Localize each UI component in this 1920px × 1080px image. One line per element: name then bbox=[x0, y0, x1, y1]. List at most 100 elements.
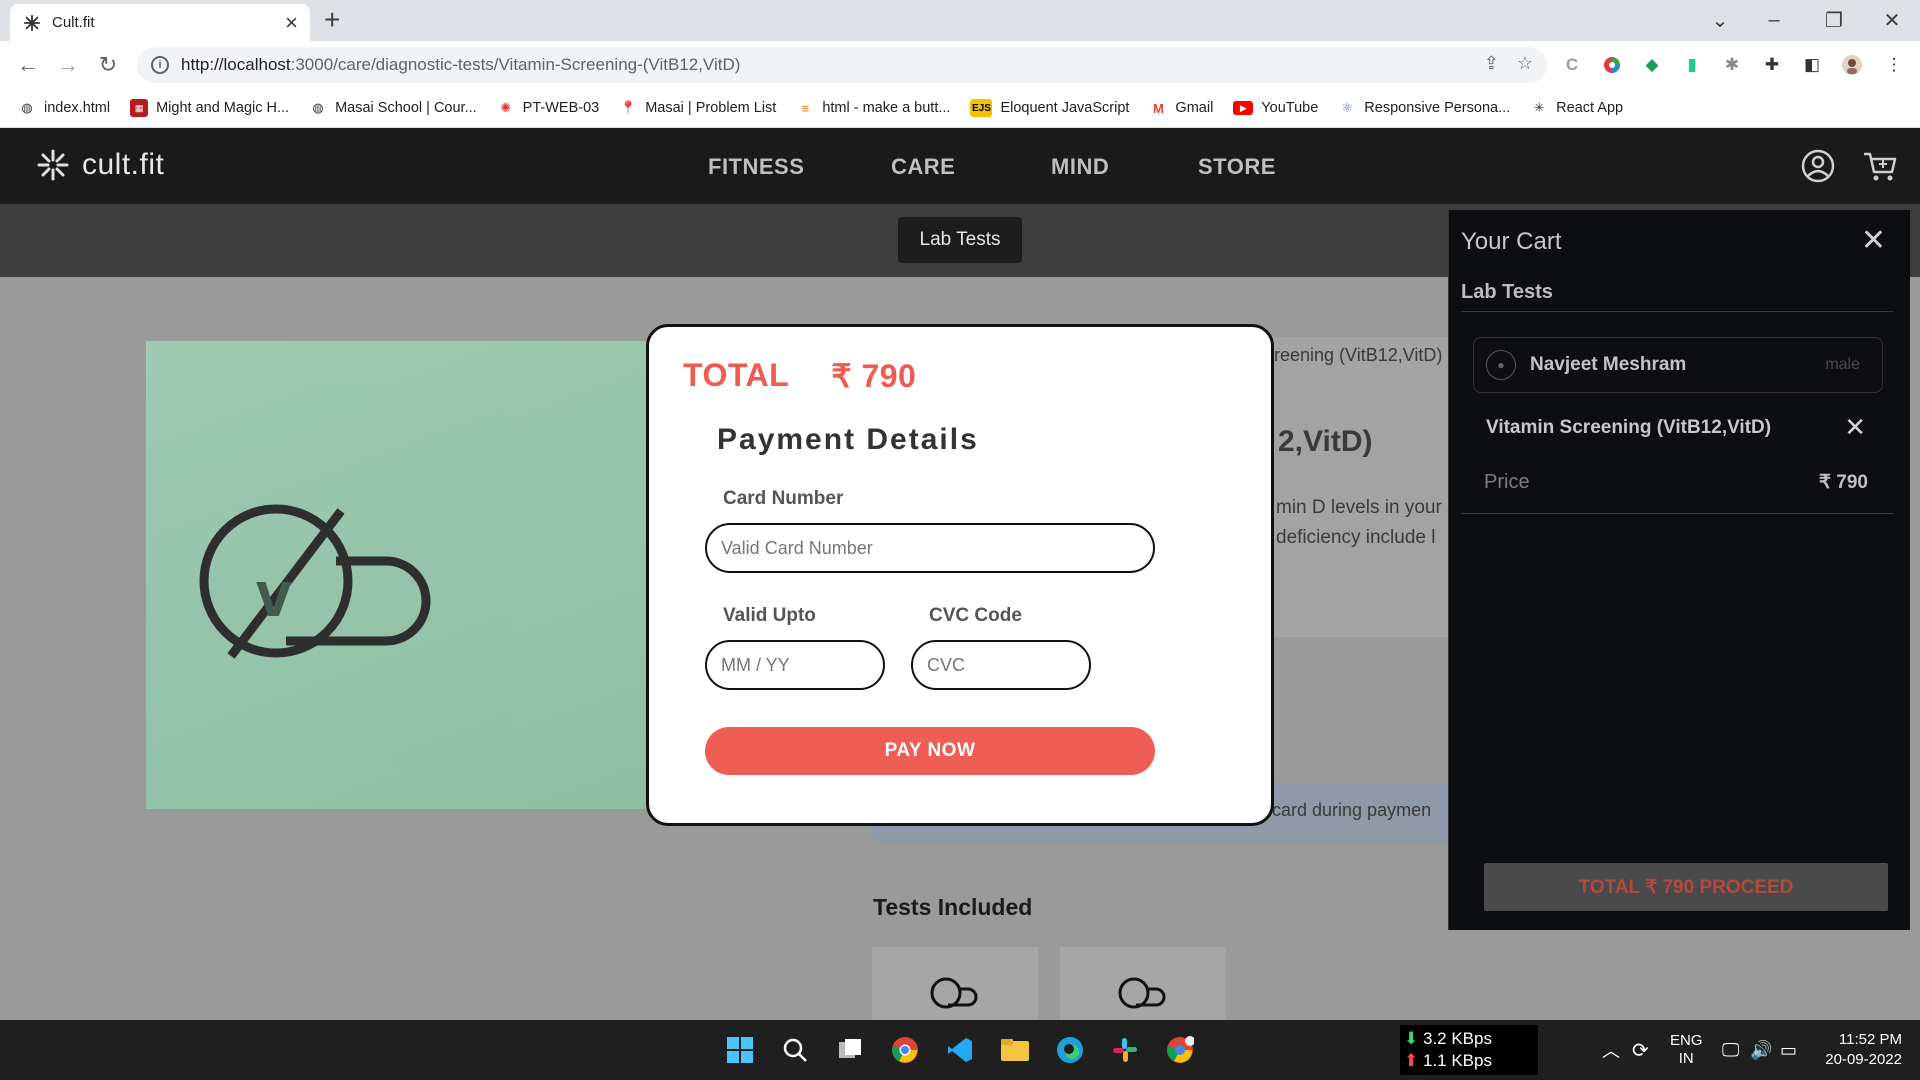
bookmark-item[interactable]: ✳ React App bbox=[1530, 99, 1623, 117]
bookmark-item[interactable]: 📍 Masai | Problem List bbox=[619, 99, 776, 117]
patient-gender: male bbox=[1825, 356, 1860, 373]
sync-icon[interactable]: ⟳ bbox=[1632, 1020, 1649, 1080]
logo-text: cult.fit bbox=[82, 148, 165, 181]
nav-fitness[interactable]: FITNESS bbox=[708, 154, 804, 180]
expiry-input[interactable] bbox=[705, 640, 885, 690]
bookmark-label: Gmail bbox=[1175, 100, 1214, 116]
cultfit-logo[interactable]: cult.fit bbox=[36, 148, 164, 182]
bookmark-item[interactable]: ≡ html - make a butt... bbox=[796, 99, 951, 117]
side-panel-icon[interactable]: ◧ bbox=[1800, 53, 1824, 77]
bookmark-item[interactable]: ◍ index.html bbox=[18, 99, 110, 117]
battery-icon[interactable]: ▭ bbox=[1780, 1020, 1797, 1080]
bookmark-item[interactable]: ▶ YouTube bbox=[1233, 100, 1318, 116]
pin-icon: 📍 bbox=[620, 100, 637, 115]
user-account-icon[interactable] bbox=[1800, 148, 1836, 184]
chrome-profile-icon[interactable] bbox=[1162, 1032, 1198, 1068]
nav-care[interactable]: CARE bbox=[891, 154, 955, 180]
description-line: deficiency include l bbox=[1276, 527, 1436, 548]
language-indicator[interactable]: ENG IN bbox=[1670, 1020, 1703, 1080]
bookmark-item[interactable]: ▦ Might and Magic H... bbox=[130, 99, 289, 117]
extension-color-icon[interactable] bbox=[1600, 53, 1624, 77]
tab-close-icon[interactable]: × bbox=[285, 11, 298, 34]
bookmark-item[interactable]: EJS Eloquent JavaScript bbox=[970, 99, 1129, 117]
extension-diamond-icon[interactable]: ◆ bbox=[1640, 53, 1664, 77]
tab-search-icon[interactable]: ⌄ bbox=[1696, 4, 1744, 36]
cart-close-icon[interactable]: ✕ bbox=[1861, 226, 1886, 256]
bookmark-label: index.html bbox=[44, 100, 111, 116]
payment-details-heading: Payment Details bbox=[717, 423, 979, 456]
cultfit-favicon-icon bbox=[22, 13, 42, 33]
search-icon[interactable] bbox=[777, 1032, 813, 1068]
bookmark-star-icon[interactable]: ☆ bbox=[1517, 53, 1533, 74]
nav-store[interactable]: STORE bbox=[1198, 154, 1276, 180]
bookmark-label: PT-WEB-03 bbox=[522, 100, 600, 116]
test-item-card[interactable] bbox=[872, 947, 1038, 1020]
slack-icon[interactable] bbox=[1107, 1032, 1143, 1068]
windows-start-icon[interactable] bbox=[722, 1032, 758, 1068]
patient-selector[interactable]: ● Navjeet Meshram male bbox=[1473, 337, 1883, 393]
lang-bottom: IN bbox=[1678, 1050, 1694, 1067]
extension-bug-icon[interactable]: ✱ bbox=[1720, 53, 1744, 77]
reload-icon[interactable]: ↻ bbox=[92, 49, 124, 81]
cart-title: Your Cart bbox=[1461, 228, 1562, 255]
breadcrumb-fragment: reening (VitB12,VitD) bbox=[1274, 345, 1443, 365]
site-info-icon[interactable]: i bbox=[151, 56, 169, 74]
minimize-icon[interactable]: – bbox=[1750, 4, 1798, 36]
download-arrow-icon: ⬇ bbox=[1404, 1029, 1419, 1048]
back-icon[interactable]: ← bbox=[12, 49, 44, 81]
bookmark-item[interactable]: ✺ PT-WEB-03 bbox=[497, 99, 600, 117]
tray-chevron-icon[interactable]: ︿ bbox=[1602, 1020, 1620, 1080]
bookmark-item[interactable]: ⚛ Responsive Persona... bbox=[1338, 99, 1510, 117]
url-host: http://localhost bbox=[181, 55, 291, 74]
new-tab-icon[interactable]: + bbox=[324, 6, 340, 34]
bookmark-item[interactable]: ◍ Masai School | Cour... bbox=[309, 99, 476, 117]
cultfit-icon: ✳ bbox=[1533, 100, 1545, 115]
lab-tests-tab[interactable]: Lab Tests bbox=[898, 217, 1022, 263]
extension-grammarly-icon[interactable]: ▮ bbox=[1680, 53, 1704, 77]
remove-item-icon[interactable]: ✕ bbox=[1844, 414, 1866, 440]
offer-text-fragment: card during paymen bbox=[1272, 800, 1432, 820]
restore-icon[interactable]: ❐ bbox=[1810, 4, 1858, 36]
extensions-puzzle-icon[interactable]: ✚ bbox=[1760, 53, 1784, 77]
proceed-button[interactable]: TOTAL ₹ 790 PROCEED bbox=[1484, 863, 1888, 911]
tests-included-heading: Tests Included bbox=[873, 894, 1033, 920]
net-down: 3.2 KBps bbox=[1422, 1029, 1492, 1048]
clock-time: 11:52 PM bbox=[1838, 1031, 1902, 1048]
browser-tab-bar: Cult.fit × + ⌄ – ❐ ✕ bbox=[0, 0, 1920, 41]
window-close-icon[interactable]: ✕ bbox=[1868, 4, 1916, 36]
description-line: min D levels in your bbox=[1276, 497, 1442, 518]
forward-icon[interactable]: → bbox=[52, 49, 84, 81]
cart-section-heading: Lab Tests bbox=[1461, 281, 1553, 303]
profile-avatar-icon[interactable] bbox=[1840, 53, 1864, 77]
nav-mind[interactable]: MIND bbox=[1051, 154, 1109, 180]
cvc-input[interactable] bbox=[911, 640, 1091, 690]
bookmark-label: html - make a butt... bbox=[822, 100, 951, 116]
price-value: ₹ 790 bbox=[1818, 472, 1868, 493]
svg-text:v: v bbox=[256, 558, 292, 630]
share-icon[interactable]: ⇪ bbox=[1484, 53, 1499, 74]
vitamin-illustration-icon: v bbox=[199, 504, 431, 659]
test-hero-image: v bbox=[146, 341, 646, 809]
clock[interactable]: 11:52 PM 20-09-2022 bbox=[1822, 1020, 1902, 1080]
network-icon[interactable]: 🖵 bbox=[1722, 1020, 1739, 1080]
cart-icon[interactable] bbox=[1862, 148, 1898, 184]
vitamin-d-icon bbox=[1118, 977, 1166, 1009]
test-item-card[interactable] bbox=[1060, 947, 1226, 1020]
browser-tab[interactable]: Cult.fit × bbox=[10, 4, 310, 41]
browser-menu-icon[interactable]: ⋮ bbox=[1882, 53, 1906, 77]
bookmark-item[interactable]: M Gmail bbox=[1149, 99, 1213, 117]
pay-now-button[interactable]: PAY NOW bbox=[705, 727, 1155, 775]
chrome-icon[interactable] bbox=[887, 1032, 923, 1068]
volume-icon[interactable]: 🔊 bbox=[1750, 1020, 1772, 1080]
divider bbox=[1461, 513, 1893, 514]
vscode-icon[interactable] bbox=[942, 1032, 978, 1068]
bookmark-label: Responsive Persona... bbox=[1364, 100, 1511, 116]
patient-avatar-icon: ● bbox=[1486, 350, 1516, 380]
extension-c-icon[interactable]: C bbox=[1560, 53, 1584, 77]
file-explorer-icon[interactable] bbox=[997, 1032, 1033, 1068]
address-bar[interactable]: i http://localhost:3000/care/diagnostic-… bbox=[137, 47, 1547, 83]
task-view-icon[interactable] bbox=[832, 1032, 868, 1068]
edge-icon[interactable] bbox=[1052, 1032, 1088, 1068]
card-number-input[interactable] bbox=[705, 523, 1155, 573]
globe-icon: ◍ bbox=[312, 100, 324, 115]
